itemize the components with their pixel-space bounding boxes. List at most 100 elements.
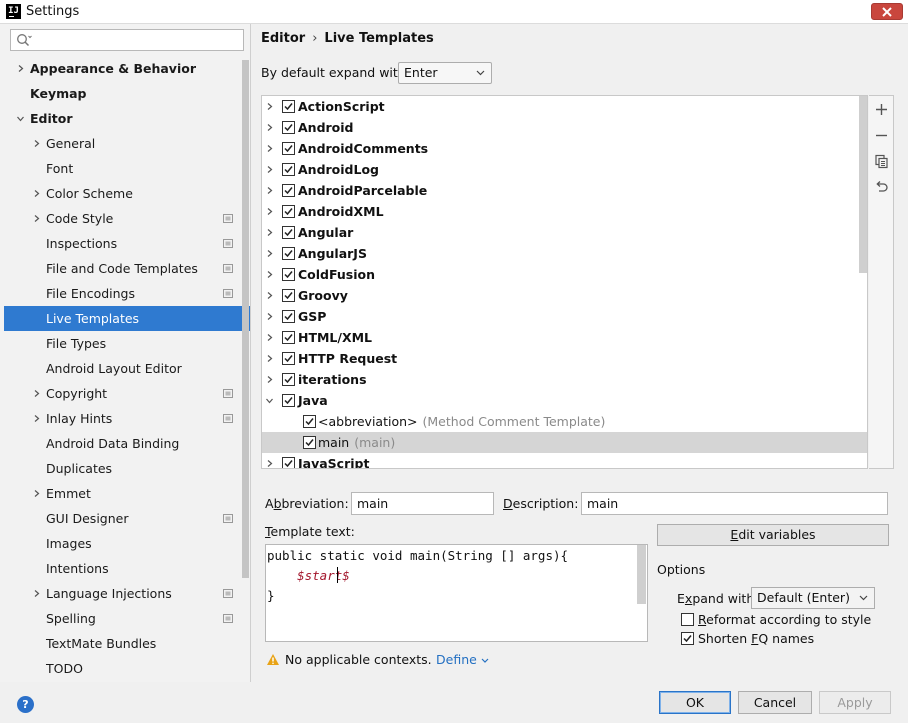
chevron-right-icon[interactable]	[266, 312, 273, 320]
sidebar-item[interactable]: Font	[4, 156, 250, 181]
sidebar-item[interactable]: Color Scheme	[4, 181, 250, 206]
chevron-right-icon[interactable]	[33, 590, 40, 597]
sidebar-item[interactable]: File Encodings	[4, 281, 250, 306]
sidebar-item[interactable]: GUI Designer	[4, 506, 250, 531]
revert-icon[interactable]	[873, 179, 890, 196]
template-row[interactable]: main (main)	[262, 431, 867, 453]
close-window-button[interactable]	[871, 3, 903, 20]
copy-icon[interactable]	[873, 153, 890, 170]
chevron-right-icon[interactable]	[266, 165, 273, 173]
sidebar-item[interactable]: Android Layout Editor	[4, 356, 250, 381]
help-button[interactable]: ?	[17, 696, 34, 713]
chevron-right-icon[interactable]	[33, 415, 40, 422]
template-checkbox[interactable]	[282, 141, 295, 155]
template-checkbox[interactable]	[282, 372, 295, 386]
template-checkbox[interactable]	[282, 330, 295, 344]
live-templates-tree[interactable]: ActionScript Android AndroidComments Androi…	[261, 95, 868, 469]
chevron-right-icon[interactable]	[266, 144, 273, 152]
sidebar-item[interactable]: Keymap	[4, 81, 250, 106]
sidebar-item[interactable]: Editor	[4, 106, 250, 131]
chevron-right-icon[interactable]	[266, 291, 273, 299]
minus-icon[interactable]	[873, 127, 890, 144]
sidebar-item[interactable]: TODO	[4, 656, 250, 681]
sidebar-item[interactable]: Intentions	[4, 556, 250, 581]
reformat-checkbox[interactable]	[681, 613, 694, 626]
template-checkbox[interactable]	[303, 414, 316, 428]
template-row[interactable]: AndroidParcelable	[262, 180, 867, 201]
chevron-right-icon[interactable]	[266, 354, 273, 362]
default-expand-select[interactable]: Enter	[398, 62, 492, 84]
chevron-right-icon[interactable]	[266, 207, 273, 215]
sidebar-item[interactable]: Code Style	[4, 206, 250, 231]
chevron-right-icon[interactable]	[266, 228, 273, 236]
template-checkbox[interactable]	[282, 456, 295, 468]
sidebar-item[interactable]: Inlay Hints	[4, 406, 250, 431]
template-checkbox[interactable]	[282, 120, 295, 134]
description-field[interactable]: main	[581, 492, 888, 515]
sidebar-item[interactable]: Inspections	[4, 231, 250, 256]
define-contexts-link[interactable]: Define	[436, 652, 489, 667]
chevron-right-icon[interactable]	[33, 190, 40, 197]
editor-scrollbar-thumb[interactable]	[637, 545, 646, 604]
template-row[interactable]: <abbreviation> (Method Comment Template)	[262, 411, 867, 432]
abbreviation-field[interactable]: main	[351, 492, 494, 515]
chevron-right-icon[interactable]	[266, 333, 273, 341]
chevron-right-icon[interactable]	[266, 102, 273, 110]
template-checkbox[interactable]	[282, 267, 295, 281]
template-checkbox[interactable]	[282, 162, 295, 176]
sidebar-item[interactable]: Copyright	[4, 381, 250, 406]
template-row[interactable]: HTTP Request	[262, 348, 867, 369]
template-checkbox[interactable]	[282, 288, 295, 302]
template-row[interactable]: iterations	[262, 369, 867, 390]
sidebar-item[interactable]: Language Injections	[4, 581, 250, 606]
template-checkbox[interactable]	[282, 204, 295, 218]
template-row[interactable]: AndroidComments	[262, 138, 867, 159]
template-checkbox[interactable]	[282, 393, 295, 407]
chevron-right-icon[interactable]	[266, 186, 273, 194]
template-row[interactable]: Angular	[262, 222, 867, 243]
template-row[interactable]: AndroidLog	[262, 159, 867, 180]
template-row[interactable]: Java	[262, 390, 867, 411]
sidebar-item[interactable]: Spelling	[4, 606, 250, 631]
chevron-right-icon[interactable]	[266, 123, 273, 131]
sidebar-item[interactable]: Emmet	[4, 481, 250, 506]
settings-search-field[interactable]	[10, 29, 244, 51]
sidebar-item[interactable]: Appearance & Behavior	[4, 56, 250, 81]
sidebar-item[interactable]: Images	[4, 531, 250, 556]
template-text-editor[interactable]: public static void main(String [] args){…	[265, 544, 648, 642]
template-checkbox[interactable]	[303, 435, 316, 449]
template-checkbox[interactable]	[282, 225, 295, 239]
template-row[interactable]: Groovy	[262, 285, 867, 306]
sidebar-item[interactable]: Duplicates	[4, 456, 250, 481]
template-checkbox[interactable]	[282, 183, 295, 197]
template-row[interactable]: ActionScript	[262, 96, 867, 117]
chevron-right-icon[interactable]	[33, 490, 40, 497]
sidebar-item[interactable]: Live Templates	[4, 306, 250, 331]
chevron-right-icon[interactable]	[266, 270, 273, 278]
template-checkbox[interactable]	[282, 309, 295, 323]
chevron-down-icon[interactable]	[266, 397, 273, 404]
template-row[interactable]: ColdFusion	[262, 264, 867, 285]
edit-variables-button[interactable]: Edit variables	[657, 524, 889, 546]
template-row[interactable]: GSP	[262, 306, 867, 327]
template-checkbox[interactable]	[282, 99, 295, 113]
search-input[interactable]	[35, 31, 235, 49]
sidebar-item[interactable]: File Types	[4, 331, 250, 356]
template-checkbox[interactable]	[282, 351, 295, 365]
chevron-right-icon[interactable]	[33, 140, 40, 147]
sidebar-item[interactable]: General	[4, 131, 250, 156]
expand-with-select[interactable]: Default (Enter)	[751, 587, 875, 609]
sidebar-scrollbar-thumb[interactable]	[242, 60, 249, 578]
chevron-right-icon[interactable]	[17, 65, 24, 72]
sidebar-item[interactable]: Android Data Binding	[4, 431, 250, 456]
chevron-right-icon[interactable]	[33, 390, 40, 397]
chevron-right-icon[interactable]	[266, 459, 273, 467]
chevron-down-icon[interactable]	[17, 115, 24, 122]
template-row[interactable]: JavaScript	[262, 453, 867, 468]
plus-icon[interactable]	[873, 101, 890, 118]
template-row[interactable]: HTML/XML	[262, 327, 867, 348]
templates-scrollbar-thumb[interactable]	[859, 96, 867, 273]
template-checkbox[interactable]	[282, 246, 295, 260]
chevron-right-icon[interactable]	[33, 215, 40, 222]
template-row[interactable]: AngularJS	[262, 243, 867, 264]
